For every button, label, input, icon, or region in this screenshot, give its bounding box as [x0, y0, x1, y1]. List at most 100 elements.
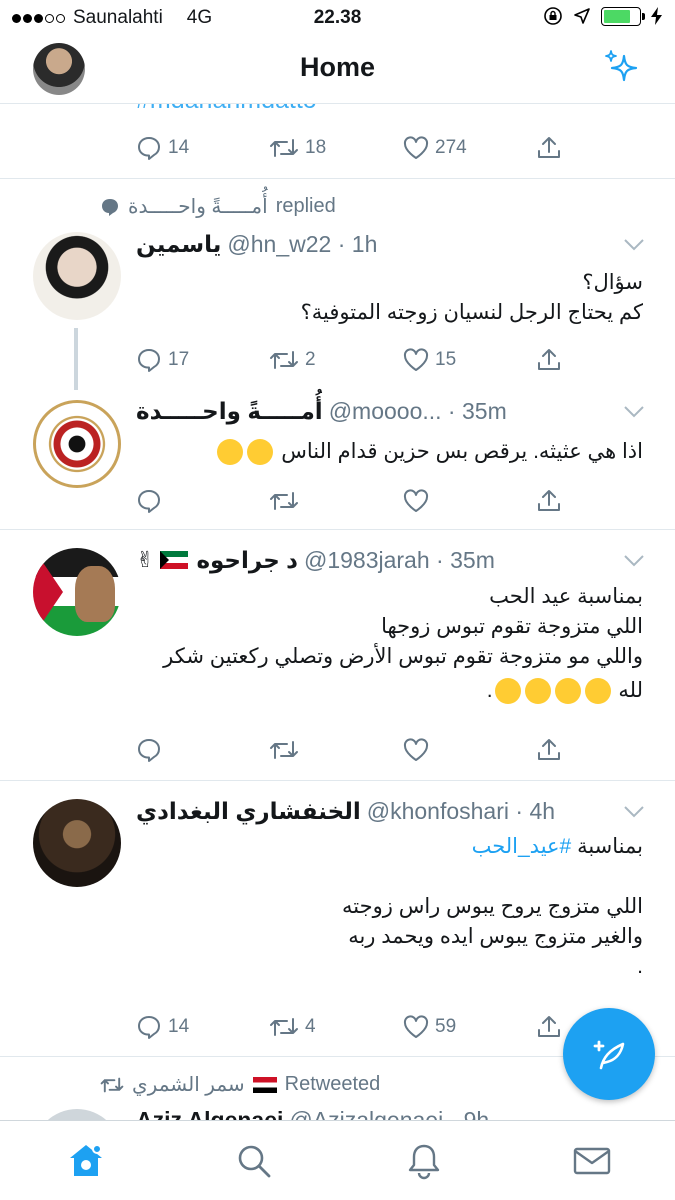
- sparkle-icon[interactable]: [602, 48, 642, 88]
- reply-count: 14: [168, 1016, 190, 1037]
- tears-of-joy-emoji-icon: [554, 678, 581, 705]
- like-button[interactable]: 15: [403, 348, 456, 372]
- display-name[interactable]: الخنفشاري البغدادي: [136, 798, 361, 825]
- tears-of-joy-emoji-icon: [584, 678, 611, 705]
- display-name[interactable]: ياسمين: [136, 231, 221, 258]
- tweet-text: بمناسبة #عيد_الحب اللي متزوج يروح يبوس ر…: [133, 832, 643, 982]
- display-name[interactable]: أُمـــــةً واحـــــدة: [136, 398, 323, 425]
- tweet-actions: 14 18 274: [136, 133, 576, 163]
- tweet-line: والغير متزوج يبوس ايده ويحمد ربه: [348, 925, 643, 948]
- like-button[interactable]: [403, 489, 429, 513]
- share-button[interactable]: [536, 347, 562, 373]
- avatar[interactable]: [33, 799, 121, 887]
- tab-search[interactable]: [234, 1141, 274, 1181]
- grinning-emoji-icon: [247, 439, 274, 466]
- tweet-header: أُمـــــةً واحـــــدة @moooo... · 35m: [136, 397, 507, 425]
- tab-messages[interactable]: [572, 1141, 612, 1181]
- user-handle[interactable]: @hn_w22: [227, 231, 331, 258]
- rotation-lock-icon: [544, 7, 562, 25]
- tweet-header: ✌ د جراحوه @1983jarah · 35m: [136, 546, 495, 574]
- victory-hand-emoji-icon: ✌: [136, 547, 155, 572]
- tab-home[interactable]: [66, 1141, 106, 1181]
- divider: [0, 529, 675, 530]
- chevron-down-icon[interactable]: [623, 405, 645, 419]
- tweet-actions: 17 2 15: [136, 345, 576, 375]
- hashtag-link[interactable]: #عيد_الحب: [472, 835, 572, 858]
- like-button[interactable]: 59: [403, 1015, 456, 1039]
- retweet-icon: [270, 741, 298, 759]
- like-count: 15: [435, 349, 457, 370]
- charging-bolt-icon: [651, 7, 662, 25]
- tweet-time: 4h: [529, 797, 556, 824]
- retweet-button[interactable]: 4: [269, 1015, 316, 1039]
- display-name[interactable]: Aziz Alqenaei: [136, 1107, 283, 1121]
- tweet-line: كم يحتاج الرجل لنسيان زوجته المتوفية؟: [300, 301, 643, 324]
- display-name[interactable]: د جراحوه: [196, 547, 298, 574]
- chevron-down-icon[interactable]: [623, 554, 645, 568]
- reply-icon: [138, 137, 160, 160]
- tweet-header: الخنفشاري البغدادي @khonfoshari · 4h: [136, 797, 556, 825]
- grinning-emoji-icon: [217, 439, 244, 466]
- tweet-line: .: [637, 955, 643, 978]
- share-button[interactable]: [536, 488, 562, 514]
- reply-button[interactable]: 14: [136, 1014, 189, 1040]
- heart-icon: [403, 348, 429, 371]
- search-icon: [238, 1145, 271, 1178]
- battery-icon: [601, 6, 645, 26]
- share-button[interactable]: [536, 1014, 562, 1040]
- retweet-icon: [100, 1077, 124, 1092]
- share-button[interactable]: [536, 737, 562, 763]
- reply-button[interactable]: [136, 488, 162, 514]
- heart-icon: [403, 489, 429, 512]
- share-button[interactable]: [536, 135, 562, 161]
- avatar[interactable]: [33, 400, 121, 488]
- tab-notifications[interactable]: [404, 1141, 444, 1181]
- reply-context-name[interactable]: أُمـــــةً واحـــــدة: [128, 194, 268, 219]
- share-icon: [538, 137, 560, 158]
- tweet-line: سؤال؟: [582, 271, 643, 294]
- retweet-context: سمر الشمري Retweeted: [100, 1072, 380, 1097]
- avatar[interactable]: [33, 1109, 121, 1120]
- avatar[interactable]: [33, 232, 121, 320]
- reply-button[interactable]: [136, 737, 162, 763]
- chevron-down-icon[interactable]: [623, 805, 645, 819]
- tweet-header: Aziz Alqenaei @Azizalqenaei · 9h: [136, 1104, 617, 1121]
- partial-tweet-text[interactable]: #mdahahmdatto: [136, 104, 317, 115]
- like-button[interactable]: [403, 738, 429, 762]
- retweet-count: 18: [305, 137, 327, 158]
- retweet-button[interactable]: 2: [269, 348, 316, 372]
- compose-tweet-button[interactable]: [563, 1008, 655, 1100]
- tweet-header: ياسمين @hn_w22 · 1h: [136, 230, 378, 258]
- reply-button[interactable]: 17: [136, 347, 189, 373]
- timeline-feed[interactable]: #mdahahmdatto 14 18 274 أُمـــــةً واحــ…: [0, 104, 675, 1120]
- reply-count: 17: [168, 349, 190, 370]
- user-handle[interactable]: @moooo...: [329, 398, 442, 425]
- like-button[interactable]: 274: [403, 136, 467, 160]
- reply-context: أُمـــــةً واحـــــدة replied: [100, 194, 336, 219]
- bottom-tab-bar: [0, 1120, 675, 1200]
- reply-icon: [138, 349, 160, 372]
- tweet-time: 9h: [463, 1106, 490, 1121]
- mail-icon: [573, 1147, 611, 1175]
- retweet-count: 2: [305, 349, 316, 370]
- tweet-actions: [136, 486, 576, 516]
- tweet-text: بمناسبة عيد الحب اللي متزوجة تقوم تبوس ز…: [103, 582, 643, 706]
- share-icon: [538, 349, 560, 370]
- user-handle[interactable]: @1983jarah: [304, 547, 430, 574]
- reply-icon: [138, 739, 160, 762]
- thread-line: [74, 328, 78, 390]
- heart-icon: [403, 136, 429, 159]
- user-handle[interactable]: @khonfoshari: [367, 798, 509, 825]
- retweet-button[interactable]: [269, 738, 299, 762]
- user-handle[interactable]: @Azizalqenaei: [289, 1107, 443, 1121]
- retweet-button[interactable]: [269, 489, 299, 513]
- retweet-button[interactable]: 18: [269, 136, 326, 160]
- share-icon: [538, 739, 560, 760]
- retweeter-name[interactable]: سمر الشمري: [132, 1072, 245, 1097]
- reply-count: 14: [168, 137, 190, 158]
- tweet-text: اذا هي عثيثه. يرقص بس حزين قدام الناس: [133, 437, 643, 467]
- home-icon: [70, 1144, 102, 1176]
- reply-icon: [138, 1016, 160, 1039]
- chevron-down-icon[interactable]: [623, 238, 645, 252]
- reply-button[interactable]: 14: [136, 135, 189, 161]
